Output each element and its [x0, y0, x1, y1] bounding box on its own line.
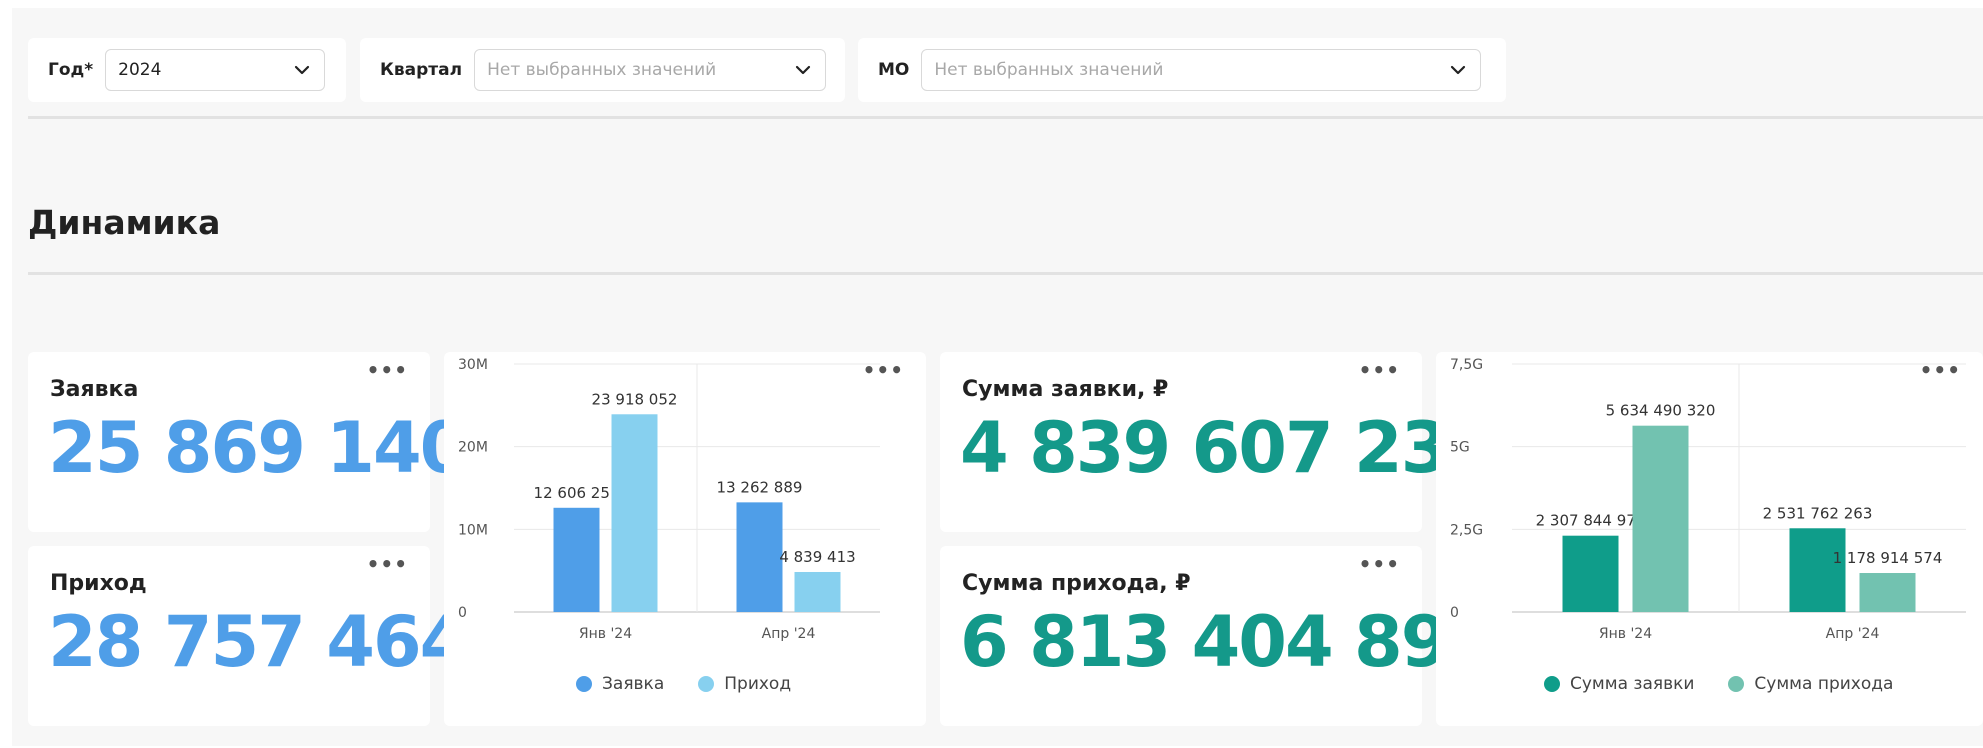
data-label: 1 178 914 574	[1833, 549, 1943, 567]
legend-dot	[1544, 676, 1560, 692]
chart-legend: Сумма заявки Сумма прихода	[1544, 674, 1893, 694]
y-tick-label: 5G	[1450, 440, 1470, 456]
bar	[1632, 425, 1689, 612]
filters-divider	[28, 116, 1983, 119]
y-tick-label: 10M	[458, 522, 488, 538]
legend-label: Сумма заявки	[1570, 674, 1695, 694]
more-dots-icon[interactable]: •••	[367, 554, 408, 574]
y-tick-label: 2,5G	[1450, 522, 1483, 538]
kpi-title: Сумма прихода, ₽	[962, 571, 1191, 596]
quarter-select-placeholder: Нет выбранных значений	[487, 60, 717, 80]
filter-quarter: Квартал Нет выбранных значений	[360, 38, 845, 102]
x-tick-label: Апр '24	[762, 626, 816, 642]
legend-label: Сумма прихода	[1754, 674, 1894, 694]
y-tick-label: 0	[458, 605, 467, 621]
kpi-card-sum-zayavki: ••• Сумма заявки, ₽ 4 839 607 238	[940, 352, 1496, 532]
y-tick-label: 7,5G	[1450, 357, 1483, 373]
data-label: 4 839 413	[779, 548, 855, 566]
kpi-value: 28 757 464	[48, 601, 468, 683]
x-tick-label: Янв '24	[579, 626, 632, 642]
kpi-title: Приход	[50, 571, 147, 596]
x-tick-label: Янв '24	[1599, 626, 1652, 642]
data-label: 23 918 052	[592, 390, 678, 408]
x-tick-label: Апр '24	[1826, 626, 1880, 642]
more-dots-icon[interactable]: •••	[367, 360, 408, 380]
year-select[interactable]: 2024	[105, 49, 326, 91]
legend-item-sum-zayavki[interactable]: Сумма заявки	[1544, 674, 1694, 694]
data-label: 12 606 251	[534, 484, 620, 502]
kpi-card-prikhod: ••• Приход 28 757 464	[28, 546, 468, 726]
filter-year-label: Год*	[48, 60, 94, 80]
kpi-value: 4 839 607 238	[960, 407, 1496, 489]
more-dots-icon[interactable]: •••	[1359, 554, 1400, 574]
legend-label: Заявка	[602, 674, 665, 694]
kpi-card-sum-prikhoda: ••• Сумма прихода, ₽ 6 813 404 894	[940, 546, 1496, 726]
bar	[1859, 573, 1916, 612]
chevron-down-icon	[1451, 65, 1466, 75]
y-tick-label: 30M	[458, 357, 488, 373]
section-title: Динамика	[28, 203, 221, 242]
filter-quarter-label: Квартал	[380, 60, 463, 80]
mo-select[interactable]: Нет выбранных значений	[921, 49, 1482, 91]
chevron-down-icon	[295, 65, 310, 75]
chart-legend: Заявка Приход	[576, 674, 791, 694]
bar	[611, 414, 658, 612]
legend-dot	[1728, 676, 1745, 692]
bar	[1789, 528, 1846, 612]
more-dots-icon[interactable]: •••	[1359, 360, 1400, 380]
filter-mo: МО Нет выбранных значений	[858, 38, 1506, 102]
legend-dot	[698, 676, 715, 692]
legend-item-zayavka[interactable]: Заявка	[576, 674, 664, 694]
bar-chart-counts: 0 10M 20M 30M 12 606 251 23 918 052 Янв '24 13 …	[458, 357, 880, 642]
chevron-down-icon	[795, 65, 811, 75]
year-select-value: 2024	[118, 60, 162, 80]
legend-label: Приход	[724, 674, 792, 694]
y-tick-label: 20M	[458, 440, 488, 456]
chart-card-counts: ••• 0 10M 20M 30M 12 606 251 23 918 052 Янв '2…	[444, 352, 926, 726]
legend-item-sum-prikhoda[interactable]: Сумма прихода	[1728, 674, 1893, 694]
bar	[1562, 535, 1619, 612]
data-label: 13 262 889	[717, 478, 803, 496]
bar	[794, 571, 841, 612]
chart-card-sums: ••• 0 2,5G 5G 7,5G 2 307 844 976 5 634 490 32…	[1436, 352, 1983, 726]
section-divider	[28, 272, 1983, 275]
y-tick-label: 0	[1450, 605, 1459, 621]
kpi-value: 6 813 404 894	[960, 601, 1496, 683]
mo-select-placeholder: Нет выбранных значений	[934, 60, 1164, 80]
data-label: 5 634 490 320	[1606, 402, 1716, 420]
legend-item-prikhod[interactable]: Приход	[698, 674, 791, 694]
legend-dot	[576, 676, 592, 692]
kpi-value: 25 869 140	[48, 407, 468, 489]
bar-chart-sums: 0 2,5G 5G 7,5G 2 307 844 976 5 634 490 320 Янв…	[1450, 357, 1966, 642]
bar	[736, 502, 783, 612]
bar	[553, 507, 600, 612]
kpi-title: Заявка	[50, 377, 139, 402]
kpi-card-zayavka: ••• Заявка 25 869 140	[28, 352, 468, 532]
filter-mo-label: МО	[878, 60, 910, 80]
data-label: 2 307 844 976	[1536, 512, 1646, 530]
quarter-select[interactable]: Нет выбранных значений	[474, 49, 827, 91]
kpi-title: Сумма заявки, ₽	[962, 377, 1169, 402]
data-label: 2 531 762 263	[1763, 504, 1873, 522]
filter-year: Год* 2024	[28, 38, 346, 102]
